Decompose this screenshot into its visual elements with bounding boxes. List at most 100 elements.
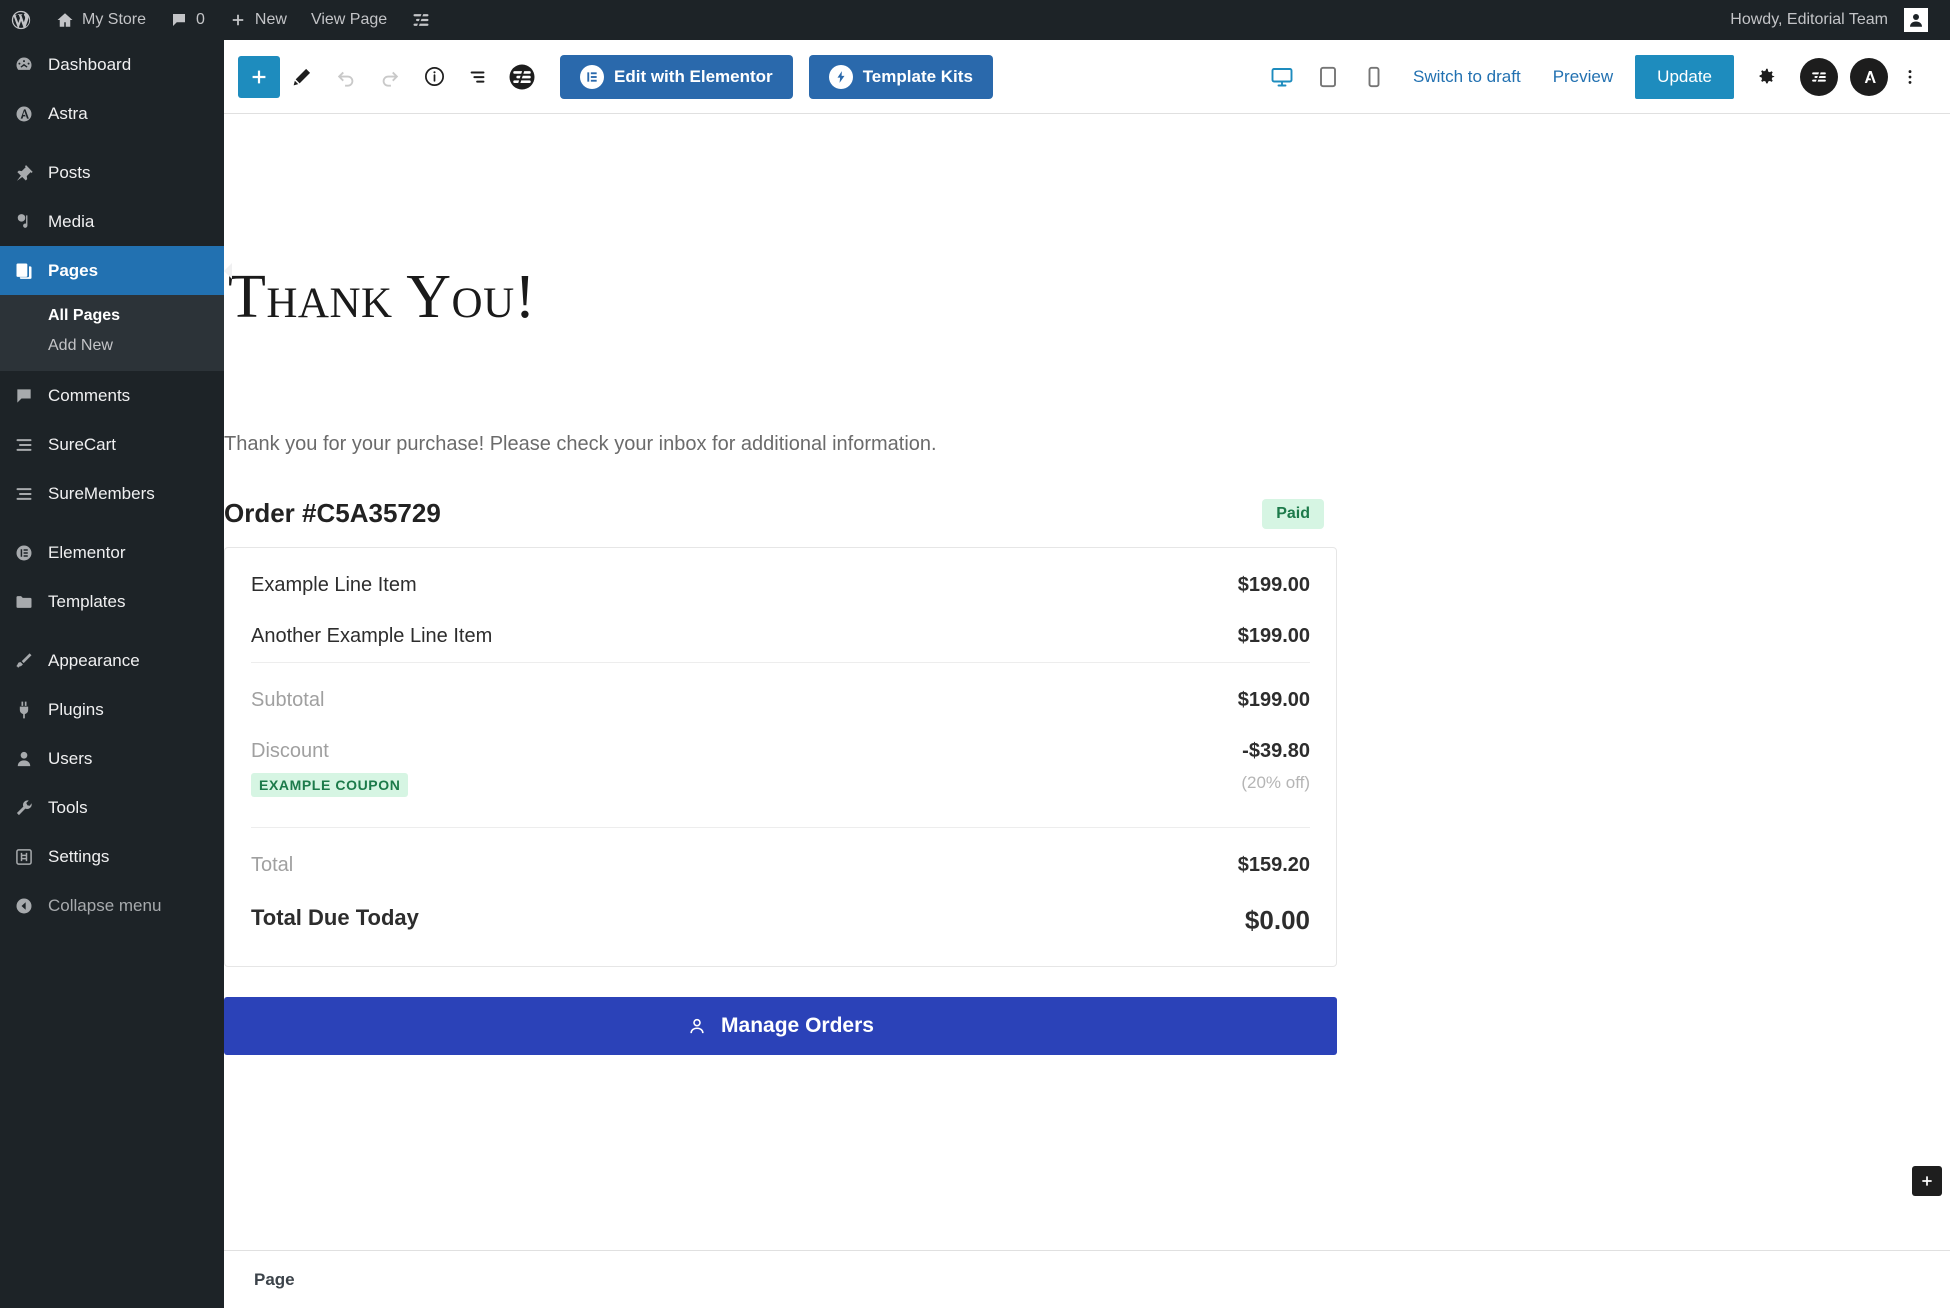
sidebar-item-settings[interactable]: Settings <box>0 832 224 881</box>
sidebar-item-label: Comments <box>48 385 131 405</box>
preview-button[interactable]: Preview <box>1537 55 1629 99</box>
total-label: Total <box>251 854 294 876</box>
sidebar-item-astra[interactable]: Astra <box>0 89 224 138</box>
sidebar-item-label: SureCart <box>48 434 117 454</box>
discount-row: Discount EXAMPLE COUPON -$39.80 (20% off… <box>251 726 1310 811</box>
submenu-item-add-new[interactable]: Add New <box>0 331 224 361</box>
view-page-menu[interactable]: View Page <box>299 0 399 40</box>
astra-icon <box>1858 66 1880 88</box>
sidebar-item-label: Media <box>48 211 95 231</box>
admin-bar: My Store 0 New View Page Howdy, Editoria… <box>0 0 1950 40</box>
sidebar-item-label: Pages <box>48 260 99 280</box>
breadcrumb[interactable]: Page <box>246 1266 303 1294</box>
sidebar-item-dashboard[interactable]: Dashboard <box>0 40 224 89</box>
template-kits-button[interactable]: Template Kits <box>808 54 993 99</box>
editor-toolbar: Edit with Elementor Template Kits Switch… <box>224 40 1950 114</box>
manage-orders-button[interactable]: Manage Orders <box>224 997 1337 1055</box>
surecart-admin-menu[interactable] <box>399 0 443 40</box>
surecart-round-button[interactable] <box>1800 57 1838 96</box>
coupon-note: (20% off) <box>1241 773 1310 792</box>
document-details-button[interactable] <box>412 55 456 99</box>
list-view-button[interactable] <box>456 55 500 99</box>
settings-sidebar-button[interactable] <box>1744 55 1788 99</box>
surecart-toolbar-button[interactable] <box>500 55 544 99</box>
undo-arrow-icon <box>335 66 357 88</box>
howdy-account-menu[interactable]: Howdy, Editorial Team <box>1718 0 1950 40</box>
paintbrush-icon <box>12 651 36 671</box>
sidebar-item-collapse-menu[interactable]: Collapse menu <box>0 881 224 930</box>
wrench-icon <box>12 798 36 818</box>
sidebar-item-tools[interactable]: Tools <box>0 783 224 832</box>
user-icon <box>687 1016 707 1036</box>
comments-count: 0 <box>196 11 205 28</box>
sidebar-item-appearance[interactable]: Appearance <box>0 636 224 685</box>
surecart-icon <box>507 62 537 92</box>
sidebar-item-label: Collapse menu <box>48 895 162 915</box>
sidebar-item-users[interactable]: Users <box>0 734 224 783</box>
sidebar-item-label: Astra <box>48 103 88 123</box>
coupon-chip: EXAMPLE COUPON <box>251 773 409 797</box>
line-item-amount: $199.00 <box>1237 625 1310 647</box>
sidebar-item-comments[interactable]: Comments <box>0 371 224 420</box>
device-tablet-button[interactable] <box>1305 55 1351 99</box>
suremembers-icon <box>12 484 36 504</box>
editor-canvas[interactable]: Thank You! Thank you for your purchase! … <box>224 114 1950 1308</box>
envato-bolt-icon <box>828 64 853 89</box>
sidebar-separator <box>0 626 224 636</box>
sidebar-item-label: Settings <box>48 846 110 866</box>
update-button[interactable]: Update <box>1635 54 1734 99</box>
sidebar-item-media[interactable]: Media <box>0 197 224 246</box>
wordpress-logo-menu[interactable] <box>0 0 44 40</box>
order-totals-section: Subtotal $199.00 Discount EXAMPLE COUPON… <box>251 662 1310 827</box>
user-icon <box>12 749 36 769</box>
new-content-menu[interactable]: New <box>217 0 299 40</box>
device-mobile-button[interactable] <box>1351 55 1397 99</box>
order-header: Order #C5A35729 Paid <box>224 498 1324 529</box>
order-summary-card: Example Line Item $199.00 Another Exampl… <box>224 547 1337 967</box>
floating-add-block-button[interactable] <box>1912 1166 1942 1196</box>
submenu-item-all-pages[interactable]: All Pages <box>0 301 224 331</box>
redo-arrow-icon <box>379 66 401 88</box>
surecart-icon <box>411 10 431 30</box>
plus-icon <box>248 66 270 88</box>
discount-label: Discount <box>251 740 329 762</box>
total-due-today-row: Total Due Today $0.00 <box>251 891 1310 950</box>
user-avatar-icon <box>1904 8 1928 32</box>
sidebar-item-surecart[interactable]: SureCart <box>0 420 224 469</box>
add-block-button[interactable] <box>238 55 280 98</box>
sidebar-item-label: Elementor <box>48 542 126 562</box>
sidebar-item-label: Tools <box>48 797 88 817</box>
sidebar-item-plugins[interactable]: Plugins <box>0 685 224 734</box>
media-icon <box>12 212 36 232</box>
home-icon <box>56 11 74 29</box>
more-options-button[interactable] <box>1888 55 1932 99</box>
subtotal-row: Subtotal $199.00 <box>251 675 1310 726</box>
astra-round-button[interactable] <box>1850 57 1888 96</box>
edit-tool-button[interactable] <box>280 55 324 99</box>
collapse-arrow-icon <box>12 896 36 916</box>
sidebar-item-templates[interactable]: Templates <box>0 577 224 626</box>
sidebar-item-posts[interactable]: Posts <box>0 148 224 197</box>
thank-you-paragraph[interactable]: Thank you for your purchase! Please chec… <box>224 433 1368 456</box>
surecart-icon <box>1808 66 1830 88</box>
switch-to-draft-button[interactable]: Switch to draft <box>1397 55 1537 99</box>
sidebar-item-suremembers[interactable]: SureMembers <box>0 469 224 518</box>
edit-with-elementor-button[interactable]: Edit with Elementor <box>560 54 793 99</box>
line-item-amount: $199.00 <box>1237 574 1310 596</box>
info-circle-icon <box>423 65 446 88</box>
page-title-heading[interactable]: Thank You! <box>228 262 1368 333</box>
site-name-menu[interactable]: My Store <box>44 0 158 40</box>
redo-button[interactable] <box>368 55 412 99</box>
mobile-icon <box>1362 65 1386 89</box>
view-page-label: View Page <box>310 11 388 28</box>
site-name-label: My Store <box>82 11 147 28</box>
total-due-label: Total Due Today <box>251 905 419 930</box>
admin-sidebar: Dashboard Astra Posts Media Pages All Pa… <box>0 40 224 1308</box>
sidebar-item-pages[interactable]: Pages <box>0 246 224 295</box>
sidebar-item-label: Posts <box>48 162 91 182</box>
device-desktop-button[interactable] <box>1259 55 1305 99</box>
comments-menu[interactable]: 0 <box>158 0 217 40</box>
undo-button[interactable] <box>324 55 368 99</box>
sidebar-item-elementor[interactable]: Elementor <box>0 528 224 577</box>
editor-footer-breadcrumb-bar: Page <box>224 1250 1950 1308</box>
